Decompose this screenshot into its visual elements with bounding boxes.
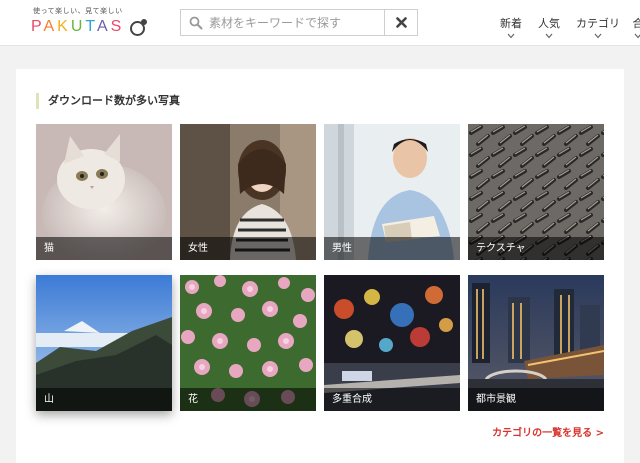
photo-tile-flower[interactable]: 花: [180, 275, 316, 411]
nav-label: 人気: [538, 17, 560, 30]
site-logo[interactable]: 使って楽しい、見て楽しい PAKUTAS: [31, 6, 151, 40]
close-icon: [396, 17, 407, 28]
chevron-down-icon: [545, 33, 553, 39]
photo-tile-cat[interactable]: 猫: [36, 124, 172, 260]
nav-item-popular[interactable]: 人気: [532, 0, 566, 46]
logo-o-mark: [130, 19, 147, 36]
nav-item-new[interactable]: 新着: [494, 0, 528, 46]
photo-tile-woman[interactable]: 女性: [180, 124, 316, 260]
nav-item-more[interactable]: 合: [628, 0, 640, 46]
search-input[interactable]: [207, 10, 383, 35]
logo-wordmark: PAKUTAS: [31, 18, 125, 35]
category-list-link[interactable]: カテゴリの一覧を見る >: [492, 424, 604, 439]
tile-label: 都市景観: [468, 388, 604, 411]
tile-label: 女性: [180, 237, 316, 260]
nav-label: 新着: [500, 17, 522, 30]
chevron-down-icon: [507, 33, 515, 39]
chevron-down-icon: [634, 33, 640, 39]
tile-label: テクスチャ: [468, 237, 604, 260]
photo-tile-texture[interactable]: テクスチャ: [468, 124, 604, 260]
site-header: 使って楽しい、見て楽しい PAKUTAS 新着 人気 カテゴリ: [0, 0, 640, 46]
search-clear-button[interactable]: [384, 10, 418, 35]
photo-tile-composite[interactable]: 多重合成: [324, 275, 460, 411]
search-icon: [189, 16, 203, 30]
nav-label: カテゴリ: [576, 17, 620, 30]
nav-label: 合: [632, 17, 640, 30]
photo-tile-mountain[interactable]: 山: [36, 275, 172, 411]
tile-label: 多重合成: [324, 388, 460, 411]
search-bar: [180, 9, 418, 36]
chevron-down-icon: [594, 33, 602, 39]
tile-label: 山: [36, 388, 172, 411]
nav-item-category[interactable]: カテゴリ: [573, 0, 623, 46]
tile-label: 花: [180, 388, 316, 411]
tile-label: 男性: [324, 237, 460, 260]
photo-tile-cityscape[interactable]: 都市景観: [468, 275, 604, 411]
photo-tile-man[interactable]: 男性: [324, 124, 460, 260]
tile-label: 猫: [36, 237, 172, 260]
section-title: ダウンロード数が多い写真: [36, 93, 180, 109]
logo-tagline: 使って楽しい、見て楽しい: [33, 7, 123, 15]
